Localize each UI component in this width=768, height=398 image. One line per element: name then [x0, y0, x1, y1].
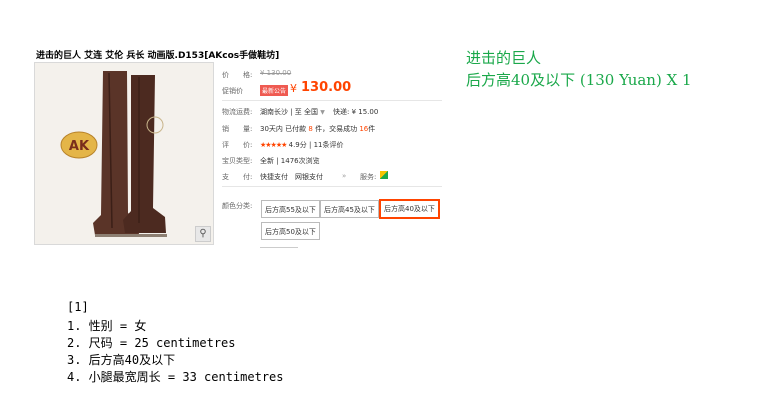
shipping-destination-dropdown[interactable]: 全国 ▼: [304, 107, 325, 117]
sales-paid-count: 8: [308, 125, 313, 133]
magnifier-icon: ⚲: [199, 228, 207, 239]
sales-mid: 件，交易成功: [315, 125, 358, 133]
option-button-45[interactable]: 后方高45及以下: [320, 200, 379, 218]
boots-image: AK: [35, 63, 213, 244]
item-type-label: 宝贝类型:: [222, 157, 253, 165]
sales-label: 销 量:: [222, 125, 253, 133]
divider: [222, 186, 442, 187]
service-label: 服务:: [360, 173, 377, 181]
details-item-gender: 1. 性别 = 女: [67, 319, 147, 333]
sales-success-count: 16: [359, 125, 369, 133]
shipping-fee: 快递: ¥ 15.00: [333, 108, 379, 116]
promo-price: 130.00: [301, 80, 352, 95]
sales-info: 30天内 已付款 8 件，交易成功 16件: [260, 124, 375, 134]
price-currency: ¥: [290, 82, 297, 95]
note-title: 进击的巨人: [466, 49, 542, 67]
product-image[interactable]: AK ⚲: [34, 62, 214, 245]
rating-score: 4.9分: [288, 141, 307, 149]
rating-count: | 11条评价: [309, 141, 344, 149]
option-button-50[interactable]: 后方高50及以下: [261, 222, 320, 240]
rating-info[interactable]: ★★★★★ 4.9分 | 11条评价: [260, 140, 344, 150]
item-type-value: 全新 | 1476次浏览: [260, 157, 320, 165]
details-index: [1]: [67, 300, 89, 314]
details-item-size: 2. 尺码 = 25 centimetres: [67, 336, 236, 350]
promo-price-label: 促销价: [222, 87, 243, 95]
payment-label: 支 付:: [222, 173, 253, 181]
payment-methods: 快捷支付 网银支付: [260, 173, 323, 181]
details-item-height: 3. 后方高40及以下: [67, 353, 176, 367]
color-label: 颜色分类:: [222, 202, 253, 210]
option-button-40-selected[interactable]: 后方高40及以下: [379, 199, 440, 219]
sales-prefix: 30天内 已付款: [260, 125, 307, 133]
details-item-calf: 4. 小腿最宽周长 = 33 centimetres: [67, 370, 284, 384]
divider: [260, 247, 298, 248]
shipping-label: 物流运费:: [222, 108, 253, 116]
zoom-button[interactable]: ⚲: [195, 226, 211, 242]
rating-label: 评 价:: [222, 141, 253, 149]
product-title[interactable]: 进击的巨人 艾连 艾伦 兵长 动画版.D153[AKcos手做鞋坊]: [36, 48, 279, 61]
original-price: ¥ 130.00: [260, 69, 292, 77]
chevron-down-icon: ▼: [320, 109, 325, 116]
shipping-destination: 全国: [304, 108, 318, 116]
sales-suffix: 件: [368, 125, 376, 133]
note-selection: 后方高40及以下 (130 Yuan) X 1: [466, 71, 692, 89]
price-label: 价 格:: [222, 71, 253, 79]
service-badge-icon[interactable]: [380, 171, 388, 179]
watermark-logo: AK: [69, 139, 90, 154]
divider: [222, 100, 442, 101]
rating-stars: ★★★★★: [260, 141, 287, 149]
promo-badge: 最新公告: [260, 85, 289, 96]
option-button-55[interactable]: 后方高55及以下: [261, 200, 320, 218]
shipping-origin: 湖南长沙 | 至: [260, 108, 302, 116]
payment-more-icon[interactable]: »: [342, 172, 346, 180]
